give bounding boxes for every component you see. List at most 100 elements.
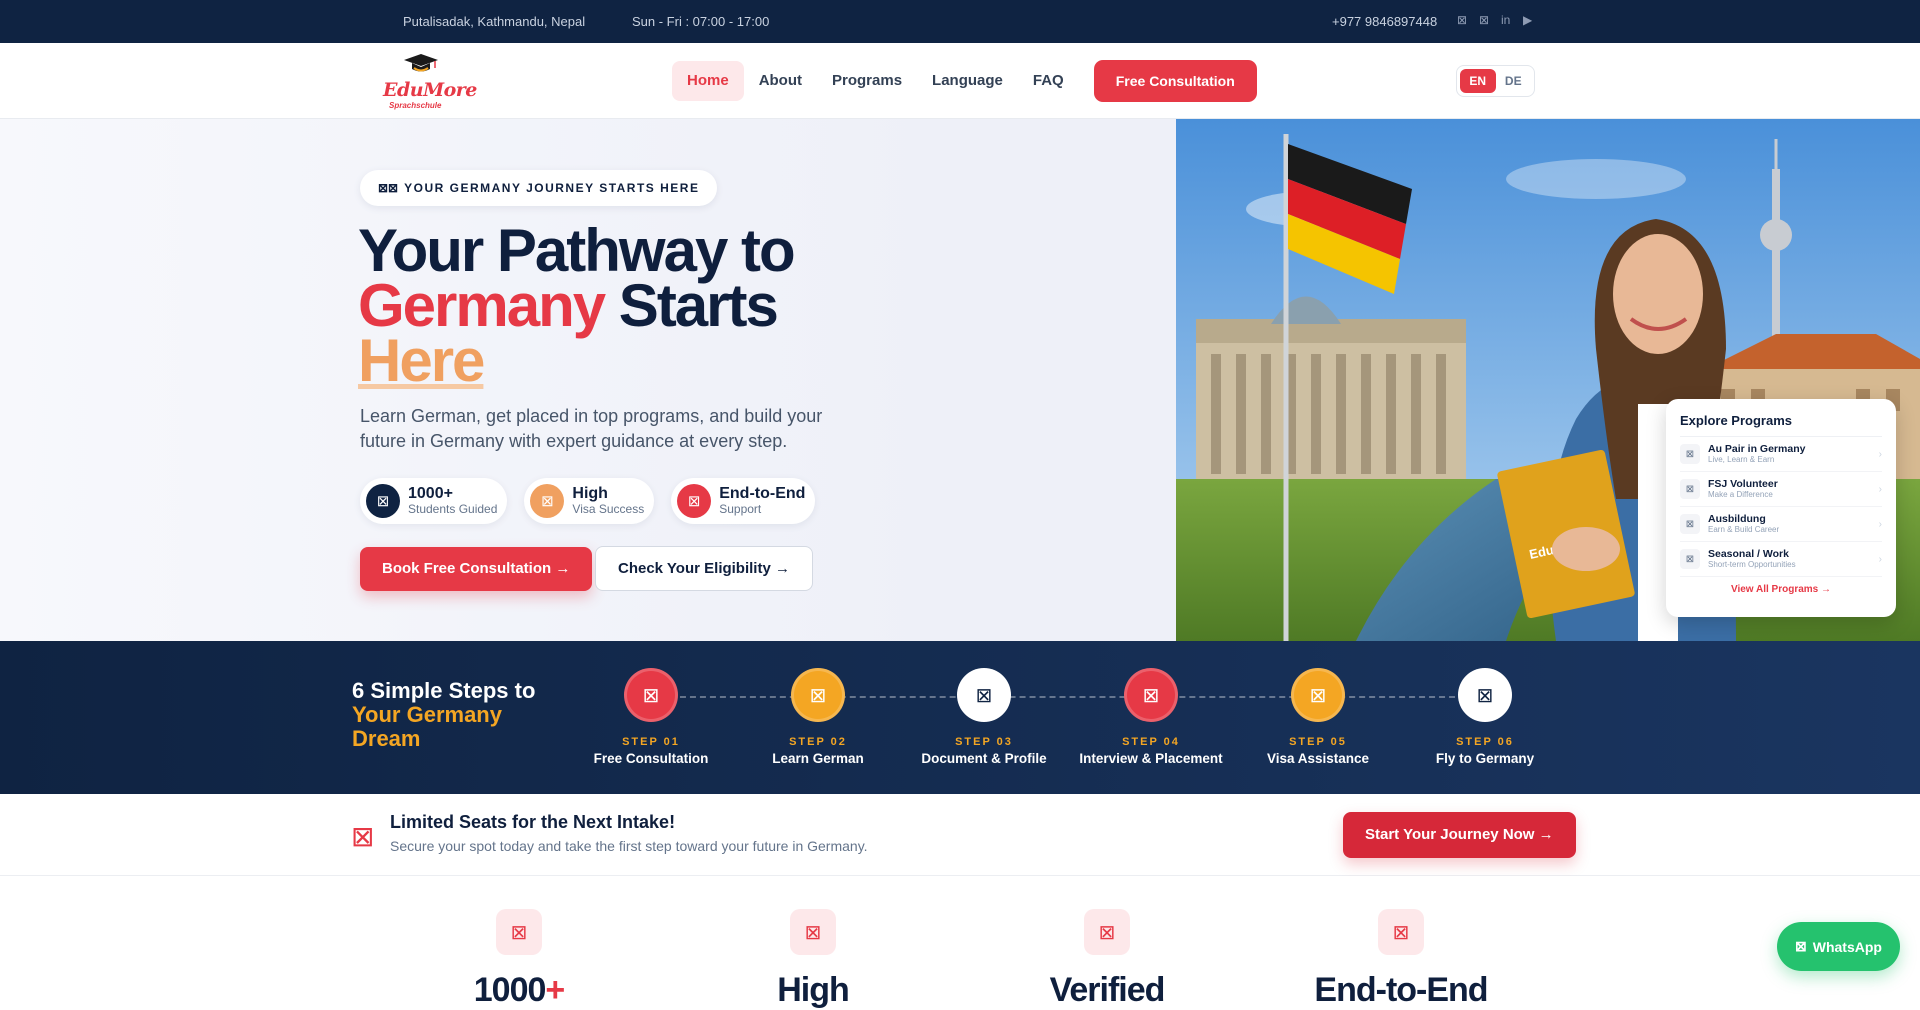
- instagram-icon[interactable]: ⊠: [1479, 13, 1489, 27]
- feature-students: ⊠ 1000+: [419, 909, 619, 1010]
- language-switcher: EN DE: [1456, 65, 1535, 97]
- feature-verified: ⊠ Verified: [1007, 909, 1207, 1010]
- nav-item-about[interactable]: About: [744, 61, 817, 101]
- chevron-right-icon: ›: [1878, 519, 1882, 530]
- steps-section: 6 Simple Steps to Your Germany Dream ⊠ S…: [0, 641, 1920, 794]
- feature-value: End-to-End: [1314, 971, 1488, 1009]
- nav-item-language[interactable]: Language: [917, 61, 1018, 101]
- step-label: Free Consultation: [593, 751, 709, 766]
- fsj-icon: ⊠: [1680, 479, 1700, 499]
- phone-link[interactable]: +977 9846897448: [1332, 14, 1437, 29]
- youtube-icon[interactable]: ▶: [1523, 13, 1532, 27]
- program-au-pair[interactable]: ⊠ Au Pair in Germany Live, Learn & Earn ›: [1680, 437, 1882, 472]
- step-label: Learn German: [772, 751, 864, 766]
- students-icon: ⊠: [496, 909, 542, 955]
- feature-support: ⊠ End-to-End: [1301, 909, 1501, 1010]
- linkedin-icon[interactable]: in: [1501, 13, 1510, 27]
- step-1: ⊠ STEP 01 Free Consultation: [576, 668, 726, 766]
- hours-text: Sun - Fri : 07:00 - 17:00: [632, 14, 770, 29]
- stat-students: ⊠ 1000+ Students Guided: [360, 478, 508, 524]
- visa-assistance-icon: ⊠: [1291, 668, 1345, 722]
- support-icon: ⊠: [1378, 909, 1424, 955]
- step-4: ⊠ STEP 04 Interview & Placement: [1076, 668, 1226, 766]
- intake-banner: ⊠ Limited Seats for the Next Intake! Sec…: [0, 794, 1920, 876]
- chevron-right-icon: ›: [1878, 449, 1882, 460]
- step-number: STEP 01: [622, 736, 680, 748]
- stat-title: 1000+: [408, 485, 453, 502]
- program-sub: Earn & Build Career: [1708, 525, 1780, 534]
- address-text: Putalisadak, Kathmandu, Nepal: [403, 14, 586, 29]
- stat-title: End-to-End: [719, 485, 806, 502]
- interview-icon: ⊠: [1124, 668, 1178, 722]
- program-sub: Make a Difference: [1708, 490, 1773, 499]
- step-3: ⊠ STEP 03 Document & Profile: [909, 668, 1059, 766]
- program-sub: Live, Learn & Earn: [1708, 455, 1775, 464]
- stat-sub: Visa Success: [572, 502, 645, 516]
- top-bar: Putalisadak, Kathmandu, Nepal Sun - Fri …: [0, 0, 1920, 43]
- logo-brand: EduMore: [383, 79, 477, 101]
- seasonal-icon: ⊠: [1680, 549, 1700, 569]
- lang-en-button[interactable]: EN: [1460, 69, 1496, 93]
- program-sub: Short-term Opportunities: [1708, 560, 1796, 569]
- graduation-cap-icon: [404, 54, 438, 72]
- eyebrow-text: YOUR GERMANY JOURNEY STARTS HERE: [404, 181, 700, 195]
- hero-title-here: Here: [358, 327, 485, 394]
- feature-value: High: [777, 971, 850, 1009]
- site-logo[interactable]: EduMore Sprachschule: [382, 54, 477, 110]
- hero-title-line1: Your Pathway to: [358, 217, 796, 284]
- step-label: Fly to Germany: [1435, 751, 1535, 766]
- explore-programs-card: Explore Programs ⊠ Au Pair in Germany Liv…: [1666, 399, 1896, 617]
- hero-title: Your Pathway to Germany Starts Here: [358, 217, 796, 391]
- hero-lead: Learn German, get placed in top programs…: [360, 406, 823, 451]
- facebook-icon[interactable]: ⊠: [1457, 13, 1467, 27]
- program-name: FSJ Volunteer: [1708, 478, 1778, 490]
- book-consultation-button[interactable]: Book Free Consultation →: [360, 547, 593, 591]
- stat-support: ⊠ End-to-End Support: [671, 478, 816, 524]
- whatsapp-icon: ⊠: [1795, 938, 1807, 954]
- step-number: STEP 02: [789, 736, 847, 748]
- steps-heading-yellow: Your Germany Dream: [352, 702, 502, 751]
- feature-visa: ⊠ High: [713, 909, 913, 1010]
- check-eligibility-button[interactable]: Check Your Eligibility →: [595, 546, 813, 591]
- program-seasonal[interactable]: ⊠ Seasonal / Work Short-term Opportunitie…: [1680, 542, 1882, 577]
- stat-sub: Support: [719, 502, 762, 516]
- free-consultation-button[interactable]: Free Consultation: [1093, 60, 1257, 102]
- program-ausbildung[interactable]: ⊠ Ausbildung Earn & Build Career ›: [1680, 507, 1882, 542]
- nav-item-faq[interactable]: FAQ: [1018, 61, 1079, 101]
- plane-icon: ⊠: [1458, 668, 1512, 722]
- ausbildung-icon: ⊠: [1680, 514, 1700, 534]
- program-name: Au Pair in Germany: [1708, 443, 1806, 455]
- logo-subtitle: Sprachschule: [389, 101, 442, 110]
- whatsapp-button[interactable]: ⊠ WhatsApp: [1777, 922, 1900, 971]
- banner-title: Limited Seats for the Next Intake!: [390, 812, 676, 832]
- nav-item-home[interactable]: Home: [672, 61, 744, 101]
- step-number: STEP 04: [1122, 736, 1180, 748]
- step-2: ⊠ STEP 02 Learn German: [743, 668, 893, 766]
- nav-item-programs[interactable]: Programs: [817, 61, 917, 101]
- steps-heading-white: 6 Simple Steps to: [352, 678, 536, 703]
- visa-icon: ⊠: [790, 909, 836, 955]
- main-nav: EduMore Sprachschule Home About Programs…: [0, 43, 1920, 119]
- visa-icon: ⊠: [530, 484, 565, 518]
- stat-sub: Students Guided: [408, 502, 498, 516]
- step-number: STEP 05: [1289, 736, 1347, 748]
- program-name: Seasonal / Work: [1708, 548, 1789, 560]
- step-label: Document & Profile: [921, 751, 1047, 766]
- feature-value: 1000: [473, 971, 547, 1009]
- chevron-right-icon: ›: [1878, 484, 1882, 495]
- flag-icon: ⊠⊠: [378, 181, 399, 195]
- hero-section: ⊠⊠ YOUR GERMANY JOURNEY STARTS HERE Your…: [0, 119, 1920, 641]
- lang-de-button[interactable]: DE: [1496, 69, 1532, 93]
- chevron-right-icon: ›: [1878, 554, 1882, 565]
- program-fsj[interactable]: ⊠ FSJ Volunteer Make a Difference ›: [1680, 472, 1882, 507]
- au-pair-icon: ⊠: [1680, 444, 1700, 464]
- steps-heading: 6 Simple Steps to Your Germany Dream: [352, 679, 535, 751]
- hero-title-starts: Starts: [604, 272, 779, 339]
- step-label: Visa Assistance: [1266, 751, 1370, 766]
- alert-icon: ⊠: [351, 821, 375, 852]
- step-number: STEP 06: [1456, 736, 1514, 748]
- document-icon: ⊠: [957, 668, 1011, 722]
- view-all-programs-link[interactable]: View All Programs →: [1680, 584, 1882, 595]
- start-journey-button[interactable]: Start Your Journey Now →: [1343, 812, 1576, 858]
- hero-stats: ⊠ 1000+ Students Guided ⊠ High Visa Succes…: [360, 478, 832, 524]
